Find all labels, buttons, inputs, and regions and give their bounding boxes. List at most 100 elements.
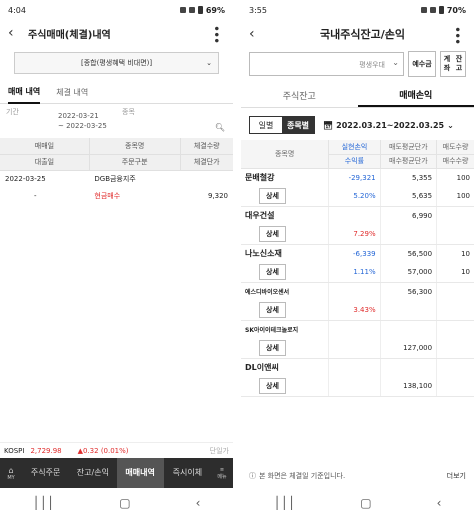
tab-bar: 주식잔고 매매손익 (241, 84, 474, 108)
chevron-down-icon: ⌄ (206, 59, 212, 67)
table-row[interactable]: 나노신소재 -6,339 56,500 10 (241, 244, 474, 263)
back-arrow-icon[interactable]: ‹ (8, 25, 24, 41)
detail-button[interactable]: 상세 (259, 340, 286, 357)
tab-trade-history[interactable]: 매매 내역 (8, 82, 41, 104)
menu-label: 메뉴 (217, 473, 227, 480)
row-sell-qty: 10 (461, 249, 470, 258)
account-name: 평생우대 (359, 61, 385, 69)
system-nav: │││ ▢ ‹ (241, 488, 474, 518)
battery-icon (197, 6, 203, 14)
table-row[interactable]: - 현금매수 9,320 (0, 187, 233, 204)
account-balance-label-2: 잔고 (455, 55, 463, 72)
back-icon[interactable]: ‹ (437, 496, 442, 510)
tab-execution-history[interactable]: 체결 내역 (56, 82, 88, 104)
table-row[interactable]: 상세 3.43% (241, 301, 474, 321)
table-row[interactable]: DL이앤씨 (241, 358, 474, 377)
row-buy-avg: 127,000 (380, 339, 438, 359)
view-toggle: 일별 종목별 (249, 116, 315, 134)
chevron-down-icon: ⌄ (392, 58, 399, 67)
row-buy-avg: 5,635 (380, 187, 438, 207)
nav-trade-history[interactable]: 매매내역 (116, 458, 164, 488)
system-nav: │││ ▢ ‹ (0, 488, 233, 518)
row-buy-avg: 138,100 (380, 377, 438, 397)
menu-button[interactable]: ≡ 메뉴 (211, 467, 233, 480)
index-ticker[interactable]: KOSPI 2,729.98 ▲0.32 (0.01%) 단일가 (0, 442, 233, 458)
detail-button[interactable]: 상세 (259, 226, 286, 243)
battery-level: 70% (446, 5, 466, 15)
recent-apps-icon[interactable]: │││ (274, 496, 296, 510)
row-sell-avg (380, 320, 438, 339)
index-value: 2,729.98 (30, 446, 62, 455)
table-row[interactable]: 에스디바이오센서 56,300 (241, 282, 474, 301)
row-return-rate: 5.20% (328, 187, 381, 207)
table-row[interactable]: 상세 138,100 (241, 377, 474, 397)
account-balance-button[interactable]: 계좌 잔고 (440, 51, 466, 77)
toggle-daily[interactable]: 일별 (250, 117, 282, 133)
row-sell-avg: 5,355 (380, 168, 438, 187)
date-from[interactable]: 2022-03-21 (58, 112, 99, 120)
nav-stock-order[interactable]: 주식주문 (22, 458, 69, 488)
account-selector[interactable]: 평생우대 ⌄ (249, 52, 404, 76)
table-row[interactable]: 상세 7.29% (241, 225, 474, 245)
table-row[interactable]: 상세 5.20% 5,635 100 (241, 187, 474, 207)
row-return-rate: 3.43% (328, 301, 381, 321)
page-header: ‹ 국내주식잔고/손익 ••• (241, 20, 474, 48)
home-circle-icon[interactable]: ▢ (360, 496, 371, 510)
account-balance-label-1: 계좌 (443, 55, 451, 72)
detail-button[interactable]: 상세 (259, 378, 286, 395)
nav-balance[interactable]: 잔고/손익 (69, 458, 116, 488)
date-to[interactable]: ~ 2022-03-25 (58, 122, 107, 130)
back-arrow-icon[interactable]: ‹ (249, 26, 265, 42)
tab-trade-pnl[interactable]: 매매손익 (357, 84, 474, 107)
status-bar: 3:55 70% (241, 0, 474, 20)
table-row[interactable]: 2022-03-25 DGB금융지주 (0, 170, 233, 187)
home-label: MY (7, 474, 15, 481)
index-change: ▲0.32 (0.01%) (77, 446, 129, 455)
battery-level: 69% (205, 5, 225, 15)
col-exec-price: 체결단가 (180, 154, 233, 171)
table-row[interactable]: 상세 1.11% 57,000 10 (241, 263, 474, 283)
deposit-button[interactable]: 예수금 (408, 51, 436, 77)
toggle-by-stock[interactable]: 종목별 (282, 117, 314, 133)
index-name: KOSPI (4, 446, 25, 455)
account-selector[interactable]: [종합(평생혜택 비대면)] ⌄ (14, 52, 219, 74)
home-circle-icon[interactable]: ▢ (119, 496, 130, 510)
date-range-picker[interactable]: 📅︎ 2022.03.21~2022.03.25 ⌄ (323, 121, 454, 130)
wifi-icon (188, 7, 195, 13)
recent-apps-icon[interactable]: │││ (33, 496, 55, 510)
col-trade-date: 매매일 (0, 138, 90, 155)
row-sell-avg: 6,990 (380, 206, 438, 225)
row-buy-qty (436, 339, 474, 359)
search-icon[interactable]: 🔍︎ (215, 123, 225, 132)
row-return-rate: 7.29% (328, 225, 381, 245)
detail-button[interactable]: 상세 (259, 188, 286, 205)
row-exec-qty (180, 170, 233, 187)
col-sell-avg: 매도평균단가 (380, 140, 438, 155)
more-options-icon[interactable]: ••• (209, 25, 223, 43)
row-stock-name: 에스디바이오센서 (241, 282, 330, 301)
page-header: ‹ 주식매매(체결)내역 ••• (0, 20, 233, 46)
alarm-icon (420, 7, 427, 13)
nav-instant-transfer[interactable]: 즉시이체 (164, 458, 211, 488)
col-return-rate: 수익률 (328, 154, 381, 169)
table-row[interactable]: 상세 127,000 (241, 339, 474, 359)
period-label: 기간 (6, 108, 19, 116)
more-link[interactable]: 더보기 (447, 471, 466, 481)
table-row[interactable]: 대우건설 6,990 (241, 206, 474, 225)
status-bar: 4:04 69% (0, 0, 233, 20)
table-row[interactable]: 문배철강 -29,321 5,355 100 (241, 168, 474, 187)
back-icon[interactable]: ‹ (196, 496, 201, 510)
notice-text: 본 화면은 체결일 기준입니다. (259, 472, 346, 480)
col-loan-date: 대출일 (0, 154, 90, 171)
row-return-rate: 1.11% (328, 263, 381, 283)
row-stock-name: DGB금융지주 (94, 174, 136, 183)
detail-button[interactable]: 상세 (259, 264, 286, 281)
row-buy-qty (436, 301, 474, 321)
home-button[interactable]: ⌂ MY (0, 466, 22, 481)
right-screen: 3:55 70% ‹ 국내주식잔고/손익 ••• 평생우대 ⌄ 예수금 계좌 잔… (241, 0, 474, 518)
table-row[interactable]: SK아이이테크놀로지 (241, 320, 474, 339)
more-options-icon[interactable]: ••• (450, 26, 464, 44)
detail-button[interactable]: 상세 (259, 302, 286, 319)
tab-stock-balance[interactable]: 주식잔고 (241, 84, 358, 107)
row-realized-pnl: -29,321 (328, 168, 381, 187)
